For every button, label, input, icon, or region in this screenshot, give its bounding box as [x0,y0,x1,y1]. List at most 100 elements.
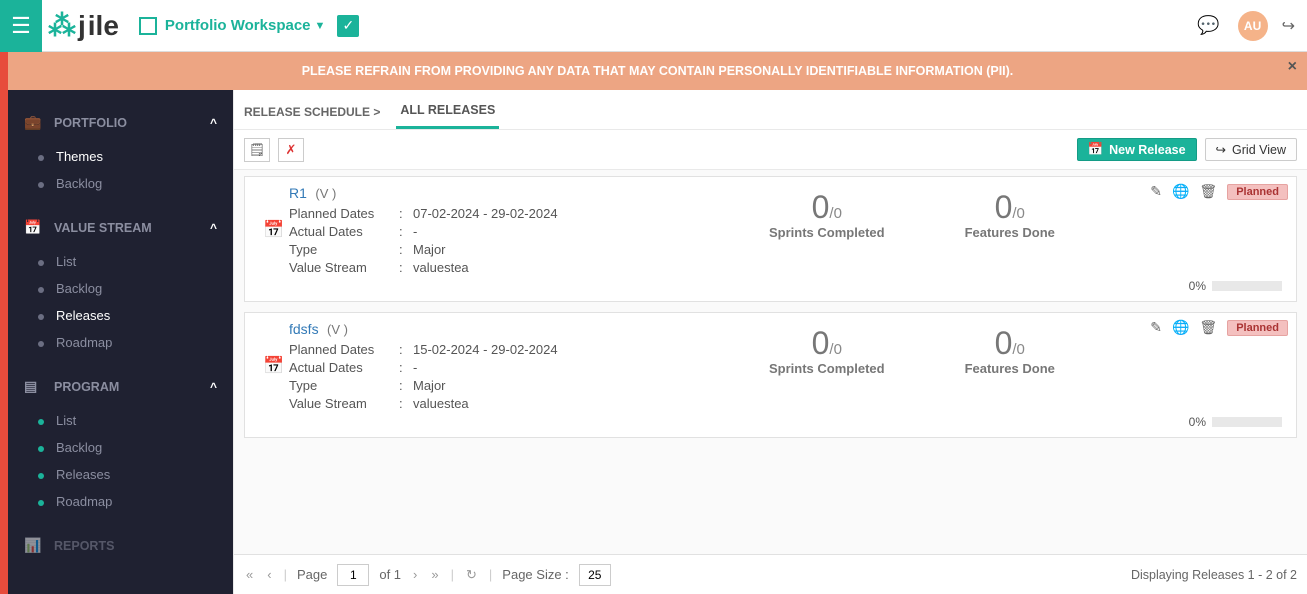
section-title: VALUE STREAM [54,221,152,235]
sidebar-section-reports[interactable]: 📊 REPORTS [8,527,233,564]
clear-filter-icon: ✗ [286,142,297,158]
new-release-button[interactable]: 📅 New Release [1077,138,1197,161]
sidebar-item-backlog[interactable]: Backlog [8,275,233,302]
brand-logo: ⁂ j ile [48,9,119,42]
banner-row: PLEASE REFRAIN FROM PROVIDING ANY DATA T… [0,52,1307,90]
first-page-icon[interactable]: « [244,567,255,582]
logout-icon[interactable]: ↪ [1282,16,1295,36]
page-of-text: of 1 [379,567,401,582]
board-icon: ▤ [24,378,40,395]
features-stat: 0/0 Features Done [965,185,1055,240]
refresh-icon[interactable]: ↻ [464,567,479,583]
release-version: (V ) [315,186,336,201]
section-title: REPORTS [54,539,114,553]
actual-dates: - [413,360,417,375]
page-size-label: Page Size : [502,567,569,582]
workspace-check-icon[interactable]: ✓ [337,15,359,37]
brand-accent: ⁂ [48,9,76,42]
sidebar-item-backlog[interactable]: Backlog [8,170,233,197]
clear-filter-button[interactable]: ✗ [278,138,304,162]
tab-all-releases[interactable]: ALL RELEASES [396,103,499,129]
chat-icon[interactable]: 💬 [1197,15,1219,36]
new-release-label: New Release [1109,143,1185,157]
features-stat: 0/0 Features Done [965,321,1055,376]
workspace-selector[interactable]: Portfolio Workspace [165,17,311,34]
edit-icon[interactable]: ✎ [1150,183,1162,200]
release-type: Major [413,242,446,257]
sidebar-item-releases[interactable]: Releases [8,302,233,329]
globe-icon[interactable]: 🌐 [1172,183,1189,200]
sidebar-section-valuestream[interactable]: 📅 VALUE STREAM ^ [8,209,233,246]
card-actions: ✎ 🌐 🗑 Planned [1150,319,1288,336]
avatar[interactable]: AU [1238,11,1268,41]
avatar-initials: AU [1244,19,1261,33]
release-name-link[interactable]: R1 [289,185,307,201]
sidebar-item-roadmap[interactable]: Roadmap [8,329,233,356]
progress-bar [1212,417,1282,427]
filter-button[interactable]: 🗒 [244,138,270,162]
calendar-icon: 📅 [24,219,40,236]
pagination-info: Displaying Releases 1 - 2 of 2 [1131,568,1297,582]
toolbar: 🗒 ✗ 📅 New Release ↪ Grid View [234,130,1307,170]
content-area: RELEASE SCHEDULE > ALL RELEASES 🗒 ✗ 📅 Ne… [233,90,1307,594]
filter-icon: 🗒 [249,142,266,158]
release-card: ✎ 🌐 🗑 Planned 📅 R1 (V ) Planned Dates:07… [244,176,1297,302]
status-badge: Planned [1227,320,1288,336]
page-size-input[interactable] [579,564,611,586]
planned-dates: 15-02-2024 - 29-02-2024 [413,342,558,357]
sidebar-item-list[interactable]: List [8,407,233,434]
chart-icon: 📊 [24,537,40,554]
page-input[interactable] [337,564,369,586]
planned-dates: 07-02-2024 - 29-02-2024 [413,206,558,221]
hamburger-icon: ☰ [11,13,31,39]
grid-view-button[interactable]: ↪ Grid View [1205,138,1297,161]
next-page-icon[interactable]: › [411,567,419,582]
release-name-link[interactable]: fdsfs [289,321,319,337]
status-badge: Planned [1227,184,1288,200]
sidebar-item-backlog[interactable]: Backlog [8,434,233,461]
breadcrumb: RELEASE SCHEDULE > ALL RELEASES [234,90,1307,130]
last-page-icon[interactable]: » [429,567,440,582]
chevron-up-icon: ^ [210,380,217,394]
globe-icon[interactable]: 🌐 [1172,319,1189,336]
progress-bar [1212,281,1282,291]
sprints-stat: 0/0 Sprints Completed [769,185,885,240]
sidebar-section-program[interactable]: ▤ PROGRAM ^ [8,368,233,405]
chevron-up-icon: ^ [210,221,217,235]
sprints-stat: 0/0 Sprints Completed [769,321,885,376]
sidebar: 💼 PORTFOLIO ^ Themes Backlog 📅 VALUE STR… [8,90,233,594]
release-type: Major [413,378,446,393]
release-valuestream: valuestea [413,396,469,411]
release-valuestream: valuestea [413,260,469,275]
progress-text: 0% [1189,279,1206,293]
calendar-icon: 📅 [263,356,284,376]
chevron-up-icon: ^ [210,116,217,130]
chevron-down-icon[interactable]: ▼ [315,20,326,32]
actual-dates: - [413,224,417,239]
warning-banner: PLEASE REFRAIN FROM PROVIDING ANY DATA T… [8,52,1307,90]
top-bar: ☰ ⁂ j ile Portfolio Workspace ▼ ✓ 💬 AU ↪ [0,0,1307,52]
page-label: Page [297,567,327,582]
red-stripe [0,90,8,594]
trash-icon[interactable]: 🗑 [1199,183,1217,200]
breadcrumb-root[interactable]: RELEASE SCHEDULE > [244,105,380,129]
hamburger-button[interactable]: ☰ [0,0,42,52]
share-icon: ↪ [1216,142,1226,157]
brand-text-1: j [78,10,86,42]
edit-icon[interactable]: ✎ [1150,319,1162,336]
sidebar-item-roadmap[interactable]: Roadmap [8,488,233,515]
workspace-icon[interactable] [139,17,157,35]
sidebar-section-portfolio[interactable]: 💼 PORTFOLIO ^ [8,104,233,141]
red-stripe [0,52,8,90]
calendar-icon: 📅 [263,220,284,240]
prev-page-icon[interactable]: ‹ [265,567,273,582]
section-title: PORTFOLIO [54,116,127,130]
trash-icon[interactable]: 🗑 [1199,319,1217,336]
sidebar-item-list[interactable]: List [8,248,233,275]
sidebar-item-releases[interactable]: Releases [8,461,233,488]
close-icon[interactable]: × [1288,58,1297,76]
grid-view-label: Grid View [1232,143,1286,157]
briefcase-icon: 💼 [24,114,40,131]
sidebar-item-themes[interactable]: Themes [8,143,233,170]
section-title: PROGRAM [54,380,119,394]
